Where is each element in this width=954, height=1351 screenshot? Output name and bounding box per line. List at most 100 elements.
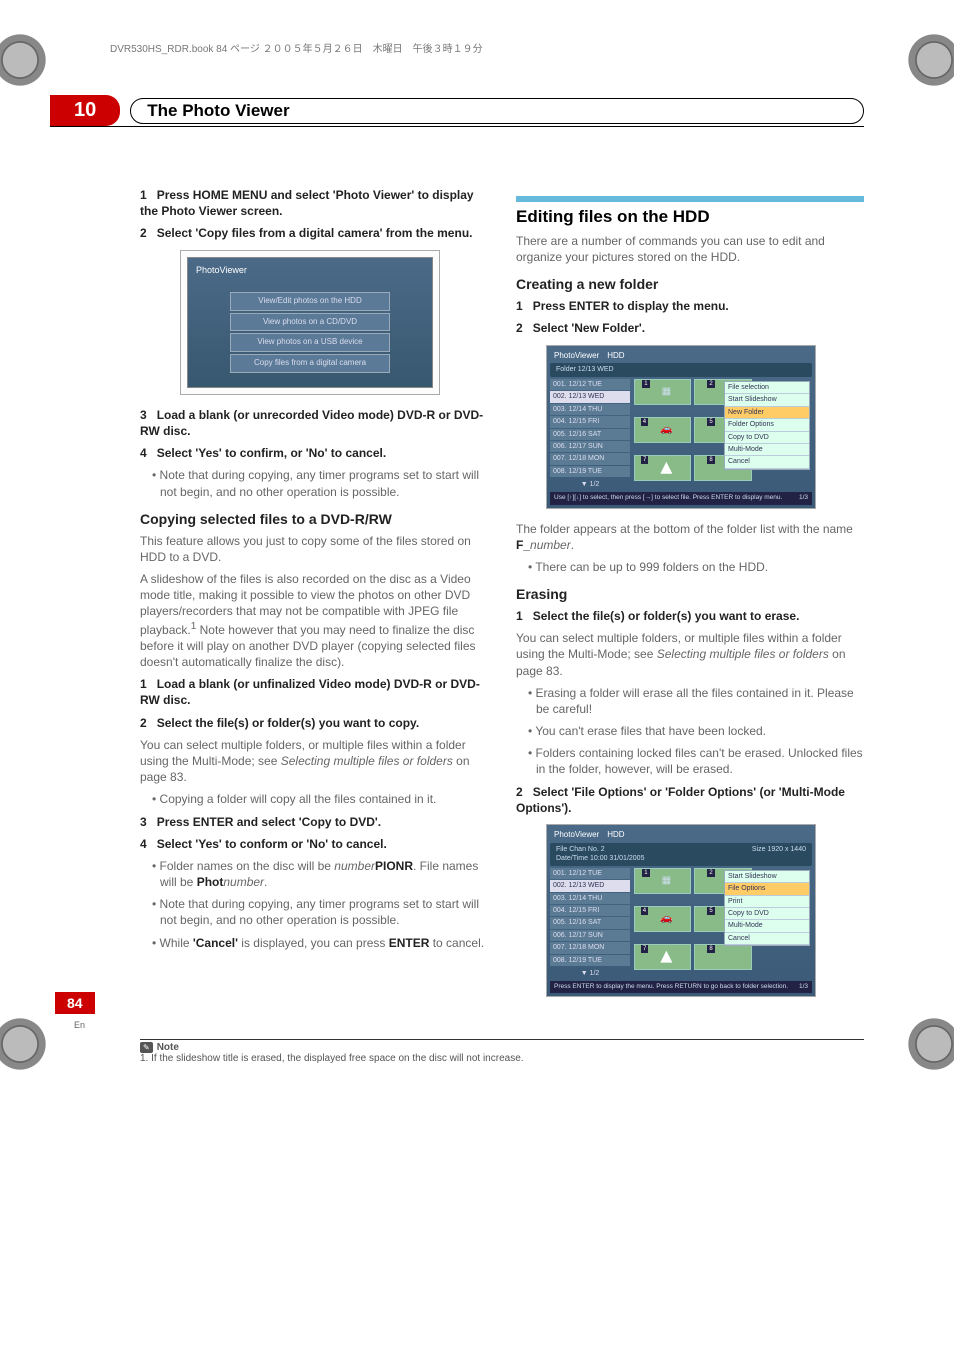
ss3-row: 004. 12/15 FRI — [550, 905, 630, 916]
ss1-item: View photos on a CD/DVD — [230, 313, 390, 332]
ss1-item: Copy files from a digital camera — [230, 354, 390, 373]
ss2-bar1: PhotoViewer — [554, 351, 599, 362]
ss3-sub-l2: Date/Time 10:00 31/01/2005 — [556, 854, 644, 863]
r-eb2: You can't erase files that have been loc… — [535, 724, 766, 738]
l-b4b3-mid: is displayed, you can press — [238, 936, 389, 950]
ss2-bar2: HDD — [607, 351, 624, 362]
ss2-row: 006. 12/17 SUN — [550, 441, 630, 452]
menu-item: Print — [725, 896, 809, 908]
screenshot-new-folder: PhotoViewerHDD Folder 12/13 WED 001. 12/… — [546, 345, 816, 509]
thumb-icon: 8 — [694, 944, 751, 970]
menu-item: Multi-Mode — [725, 920, 809, 932]
l-s4-bullet: Note that during copying, any timer prog… — [160, 468, 479, 498]
l-s2b: Select the file(s) or folder(s) you want… — [157, 716, 419, 730]
footnote: ✎ Note 1. If the slideshow title is erase… — [140, 1042, 864, 1064]
ss3-pager-r: 1/3 — [799, 983, 808, 992]
menu-item: Copy to DVD — [725, 432, 809, 444]
r-e1p-it: Selecting multiple files or folders — [657, 647, 829, 661]
menu-item: Copy to DVD — [725, 908, 809, 920]
corner-disc-tr — [904, 30, 954, 90]
r-afterss2-b: There can be up to 999 folders on the HD… — [535, 560, 768, 574]
heading-editing-files: Editing files on the HDD — [516, 199, 864, 229]
menu-item: Multi-Mode — [725, 444, 809, 456]
ss3-sub-r: Size 1920 x 1440 — [752, 845, 806, 864]
ss2-row: 002. 12/13 WED — [550, 391, 630, 402]
l-b4b1-it: number — [334, 859, 375, 873]
menu-item: Start Slideshow — [725, 394, 809, 406]
ss2-row: 005. 12/16 SAT — [550, 429, 630, 440]
ss3-bar1: PhotoViewer — [554, 830, 599, 841]
ss1-item: View photos on a USB device — [230, 333, 390, 352]
ss1-item: View/Edit photos on the HDD — [230, 292, 390, 311]
l-s4b: Select 'Yes' to conform or 'No' to cance… — [157, 837, 387, 851]
r-afterss2-post: . — [571, 538, 574, 552]
corner-disc-br — [904, 1014, 954, 1074]
ss3-row: 005. 12/16 SAT — [550, 917, 630, 928]
menu-item: File selection — [725, 382, 809, 394]
chapter-bar: 10 The Photo Viewer — [50, 95, 864, 127]
ss3-bar2: HDD — [607, 830, 624, 841]
ss2-foot: Use [↑][↓] to select, then press [→] to … — [554, 494, 782, 503]
r-afterss2-bold: F_ — [516, 538, 530, 552]
warning-icon — [660, 462, 672, 474]
l-step1: Press HOME MENU and select 'Photo Viewer… — [140, 188, 474, 218]
l-b4b3-pre: While — [160, 936, 193, 950]
note-icon: ✎ — [140, 1042, 153, 1053]
l-step2: Select 'Copy files from a digital camera… — [157, 226, 473, 240]
corner-disc-tl — [0, 30, 50, 90]
page-lang: En — [74, 1020, 85, 1030]
menu-item-selected: File Options — [725, 883, 809, 895]
ss2-pager-l: 1/2 — [590, 481, 600, 488]
r-s2: Select 'New Folder'. — [533, 321, 645, 335]
l-b4b1-pre: Folder names on the disc will be — [160, 859, 335, 873]
menu-item: Folder Options — [725, 419, 809, 431]
ss3-row: 008. 12/19 TUE — [550, 955, 630, 966]
screenshot-file-options: PhotoViewer HDD File Chan No. 2 Date/Time… — [546, 824, 816, 997]
l-b4b1-bold2: Phot — [197, 875, 224, 889]
note-label: Note — [157, 1042, 179, 1053]
ss3-row: 001. 12/12 TUE — [550, 868, 630, 879]
heading-erasing: Erasing — [516, 585, 864, 604]
ss3-row: 003. 12/14 THU — [550, 893, 630, 904]
right-column: Editing files on the HDD There are a num… — [516, 187, 864, 1009]
l-b4b3-bold2: ENTER — [389, 936, 430, 950]
l-p2b-it: Selecting multiple files or folders — [281, 754, 453, 768]
l-b4b1-bold: PIONR — [375, 859, 413, 873]
context-menu: File selection Start Slideshow New Folde… — [724, 381, 810, 470]
thumb-icon: 4🚗 — [634, 906, 691, 932]
ss3-pager-l: 1/2 — [590, 970, 600, 977]
screenshot-photoviewer-menu: PhotoViewer View/Edit photos on the HDD … — [180, 250, 440, 395]
r-afterss2-pre: The folder appears at the bottom of the … — [516, 522, 853, 536]
menu-item: Cancel — [725, 456, 809, 468]
ss3-sub-l: File Chan No. 2 — [556, 845, 644, 854]
r-s1: Press ENTER to display the menu. — [533, 299, 729, 313]
thumb-icon: 7 — [634, 944, 691, 970]
ss3-row: 006. 12/17 SUN — [550, 930, 630, 941]
l-step3: Load a blank (or unrecorded Video mode) … — [140, 408, 483, 438]
ss2-sub: Folder 12/13 WED — [550, 363, 812, 376]
thumb-icon: 4🚗 — [634, 417, 691, 443]
l-pa: This feature allows you just to copy som… — [140, 533, 488, 565]
ss2-pager-r: 1/3 — [799, 494, 808, 503]
menu-item: Start Slideshow — [725, 871, 809, 883]
ss3-foot: Press ENTER to display the menu. Press R… — [554, 983, 788, 992]
note-text: 1. If the slideshow title is erased, the… — [140, 1053, 524, 1064]
heading-copy-selected: Copying selected files to a DVD-R/RW — [140, 510, 488, 529]
r-afterss2-it: number — [530, 538, 571, 552]
ss3-row: 007. 12/18 MON — [550, 942, 630, 953]
context-menu: Start Slideshow File Options Print Copy … — [724, 870, 810, 947]
thumb-icon: 1▦ — [634, 379, 691, 405]
r-eb3: Folders containing locked files can't be… — [536, 746, 863, 776]
l-b4b3-bold: 'Cancel' — [193, 936, 238, 950]
ss3-row: 002. 12/13 WED — [550, 880, 630, 891]
l-b4b3-post: to cancel. — [429, 936, 484, 950]
chapter-number: 10 — [50, 95, 120, 126]
left-column: 1Press HOME MENU and select 'Photo Viewe… — [140, 187, 488, 1009]
r-intro: There are a number of commands you can u… — [516, 233, 864, 265]
thumb-icon: 1▦ — [634, 868, 691, 894]
r-e1: Select the file(s) or folder(s) you want… — [533, 609, 800, 623]
l-b4b1-post2: . — [264, 875, 267, 889]
ss2-row: 008. 12/19 TUE — [550, 466, 630, 477]
corner-disc-bl — [0, 1014, 50, 1074]
l-b2b: Copying a folder will copy all the files… — [160, 792, 437, 806]
